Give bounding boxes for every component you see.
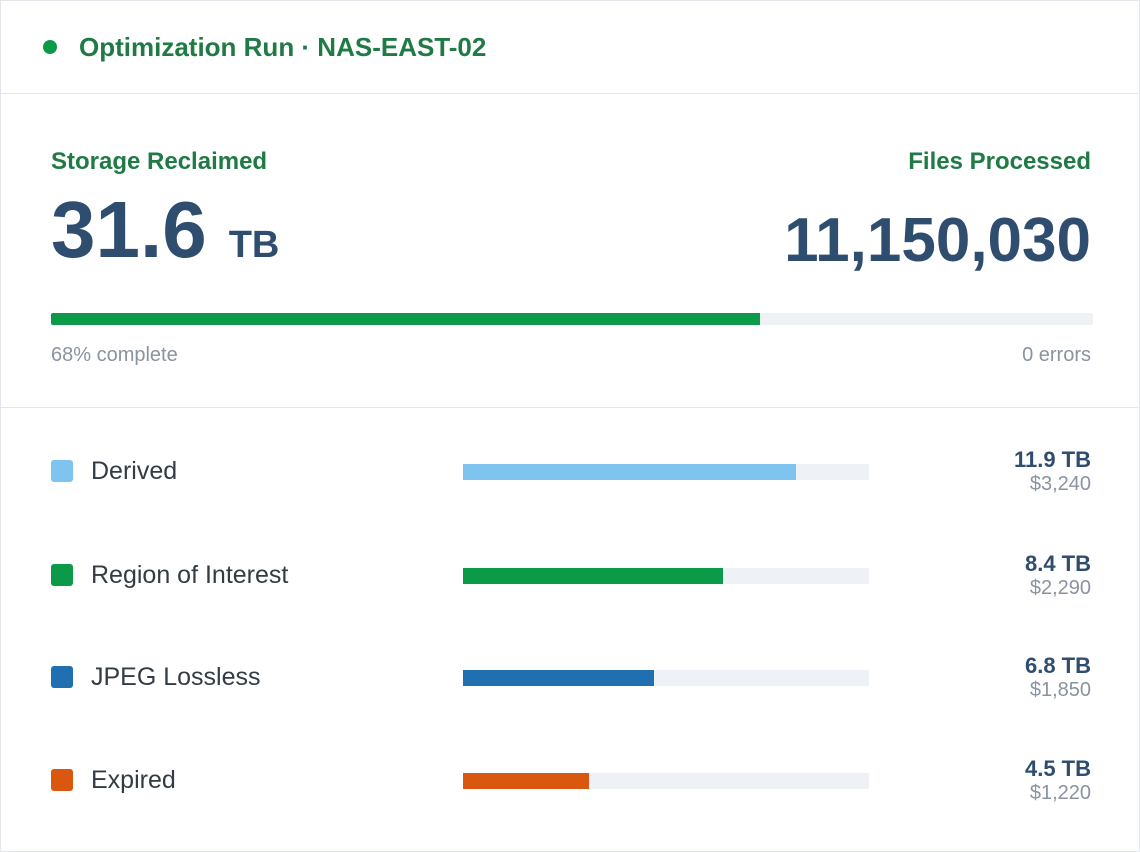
progress-percent-text: 68% complete: [51, 344, 178, 366]
region-of-interest-swatch: [51, 564, 73, 586]
category-bar: [463, 464, 869, 480]
status-dot-icon: [43, 40, 57, 54]
overall-progress-bar: [51, 313, 1093, 325]
category-cost: $2,290: [1029, 577, 1091, 599]
category-row-region-of-interest: Region of Interest 8.4 TB $2,290: [1, 546, 1139, 606]
jpeg-lossless-swatch: [51, 666, 73, 688]
category-tb: 11.9 TB: [1013, 447, 1091, 472]
card-title: Optimization Run · NAS-EAST-02: [79, 31, 487, 62]
storage-reclaimed-metric: Storage Reclaimed 31.6 TB: [51, 148, 279, 270]
storage-reclaimed-value: 31.6: [51, 185, 207, 274]
category-values: 6.8 TB $1,850: [1025, 654, 1091, 702]
error-count-text: 0 errors: [1022, 344, 1091, 366]
category-tb: 6.8 TB: [1024, 653, 1091, 678]
derived-swatch: [51, 460, 73, 482]
category-label: Region of Interest: [91, 561, 289, 589]
category-bar: [463, 670, 869, 686]
category-tb: 8.4 TB: [1024, 551, 1091, 576]
category-row-jpeg-lossless: JPEG Lossless 6.8 TB $1,850: [1, 648, 1139, 708]
category-label: Derived: [91, 457, 178, 485]
category-bar: [463, 773, 869, 789]
files-processed-metric: Files Processed 11,150,030: [784, 148, 1091, 272]
storage-reclaimed-label: Storage Reclaimed: [51, 148, 268, 175]
category-bar: [463, 568, 869, 584]
category-bar-fill: [463, 568, 723, 584]
category-cost: $3,240: [1029, 473, 1091, 495]
category-cost: $1,850: [1029, 679, 1091, 701]
metrics-section: Storage Reclaimed 31.6 TB Files Processe…: [1, 94, 1139, 408]
card-header: Optimization Run · NAS-EAST-02: [1, 1, 1139, 94]
category-bar-fill: [463, 773, 589, 789]
files-processed-value: 11,150,030: [784, 206, 1091, 275]
optimization-run-card: Optimization Run · NAS-EAST-02 Storage R…: [0, 0, 1140, 852]
category-label: Expired: [91, 766, 176, 794]
expired-swatch: [51, 769, 73, 791]
category-label: JPEG Lossless: [91, 663, 261, 691]
category-cost: $1,220: [1029, 782, 1091, 804]
category-values: 11.9 TB $3,240: [1014, 448, 1091, 496]
category-tb: 4.5 TB: [1024, 756, 1091, 781]
overall-progress-fill: [51, 313, 760, 325]
category-bar-fill: [463, 464, 796, 480]
category-values: 4.5 TB $1,220: [1025, 757, 1091, 805]
category-bar-fill: [463, 670, 654, 686]
category-row-expired: Expired 4.5 TB $1,220: [1, 751, 1139, 811]
category-values: 8.4 TB $2,290: [1025, 552, 1091, 600]
storage-reclaimed-unit: TB: [228, 224, 280, 266]
files-processed-label: Files Processed: [908, 148, 1091, 175]
category-row-derived: Derived 11.9 TB $3,240: [1, 442, 1139, 502]
